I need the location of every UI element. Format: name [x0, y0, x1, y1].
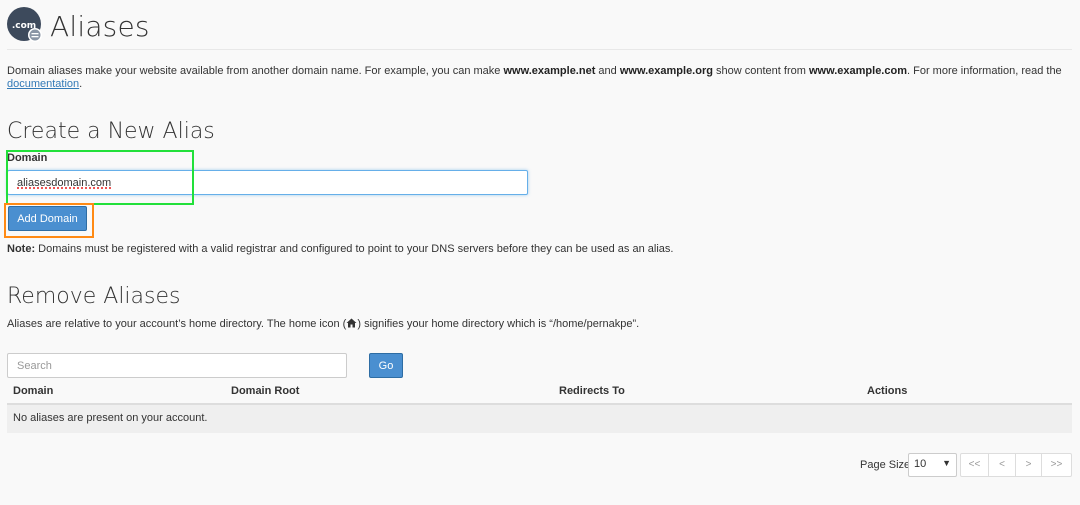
domain-aliases-icon: .com [7, 7, 43, 43]
note-label: Note: [7, 243, 36, 255]
intro-text: Domain aliases make your website availab… [7, 65, 1075, 91]
home-icon [346, 318, 357, 331]
header-divider [7, 49, 1072, 50]
column-redirects-to[interactable]: Redirects To [559, 385, 625, 397]
remove-desc-1: Aliases are relative to your account’s h… [7, 318, 347, 330]
intro-text-2: and [595, 65, 620, 77]
empty-table-row: No aliases are present on your account. [7, 405, 1072, 433]
domain-input[interactable] [7, 170, 528, 195]
intro-bold-3: www.example.com [808, 65, 907, 77]
create-alias-heading: Create a New Alias [7, 119, 215, 144]
registrar-note: Note: Domains must be registered with a … [7, 243, 673, 255]
intro-bold-2: www.example.org [619, 65, 713, 77]
search-input[interactable] [7, 353, 347, 378]
intro-text-5: . [79, 78, 83, 90]
domain-label: Domain [7, 152, 48, 164]
first-page-button[interactable]: << [960, 453, 989, 477]
remove-desc-2: ) signifies your home directory which is… [357, 318, 640, 330]
remove-aliases-description: Aliases are relative to your account’s h… [7, 318, 639, 331]
last-page-button[interactable]: >> [1041, 453, 1072, 477]
page-size-select[interactable]: 10 ▼ [908, 453, 957, 477]
note-text: Domains must be registered with a valid … [35, 243, 674, 255]
next-page-button[interactable]: > [1015, 453, 1042, 477]
previous-page-button[interactable]: < [988, 453, 1016, 477]
page-size-label: Page Size [860, 459, 911, 471]
add-domain-button[interactable]: Add Domain [8, 206, 87, 231]
intro-text-3: show content from [712, 65, 809, 77]
column-domain-root[interactable]: Domain Root [231, 385, 299, 397]
dropdown-caret-icon: ▼ [942, 458, 951, 468]
remove-aliases-heading: Remove Aliases [7, 284, 181, 309]
intro-text-1: Domain aliases make your website availab… [7, 65, 504, 77]
go-button[interactable]: Go [369, 353, 403, 378]
page-title: Aliases [50, 10, 150, 43]
aliases-table: Domain Domain Root Redirects To Actions … [7, 381, 1072, 433]
intro-text-4: . For more information, read the [907, 65, 1062, 77]
table-header: Domain Domain Root Redirects To Actions [7, 381, 1072, 405]
column-actions: Actions [867, 385, 908, 397]
intro-bold-1: www.example.net [503, 65, 596, 77]
column-domain[interactable]: Domain [13, 385, 53, 397]
page-size-value: 10 [914, 458, 927, 470]
documentation-link[interactable]: documentation [7, 78, 79, 90]
